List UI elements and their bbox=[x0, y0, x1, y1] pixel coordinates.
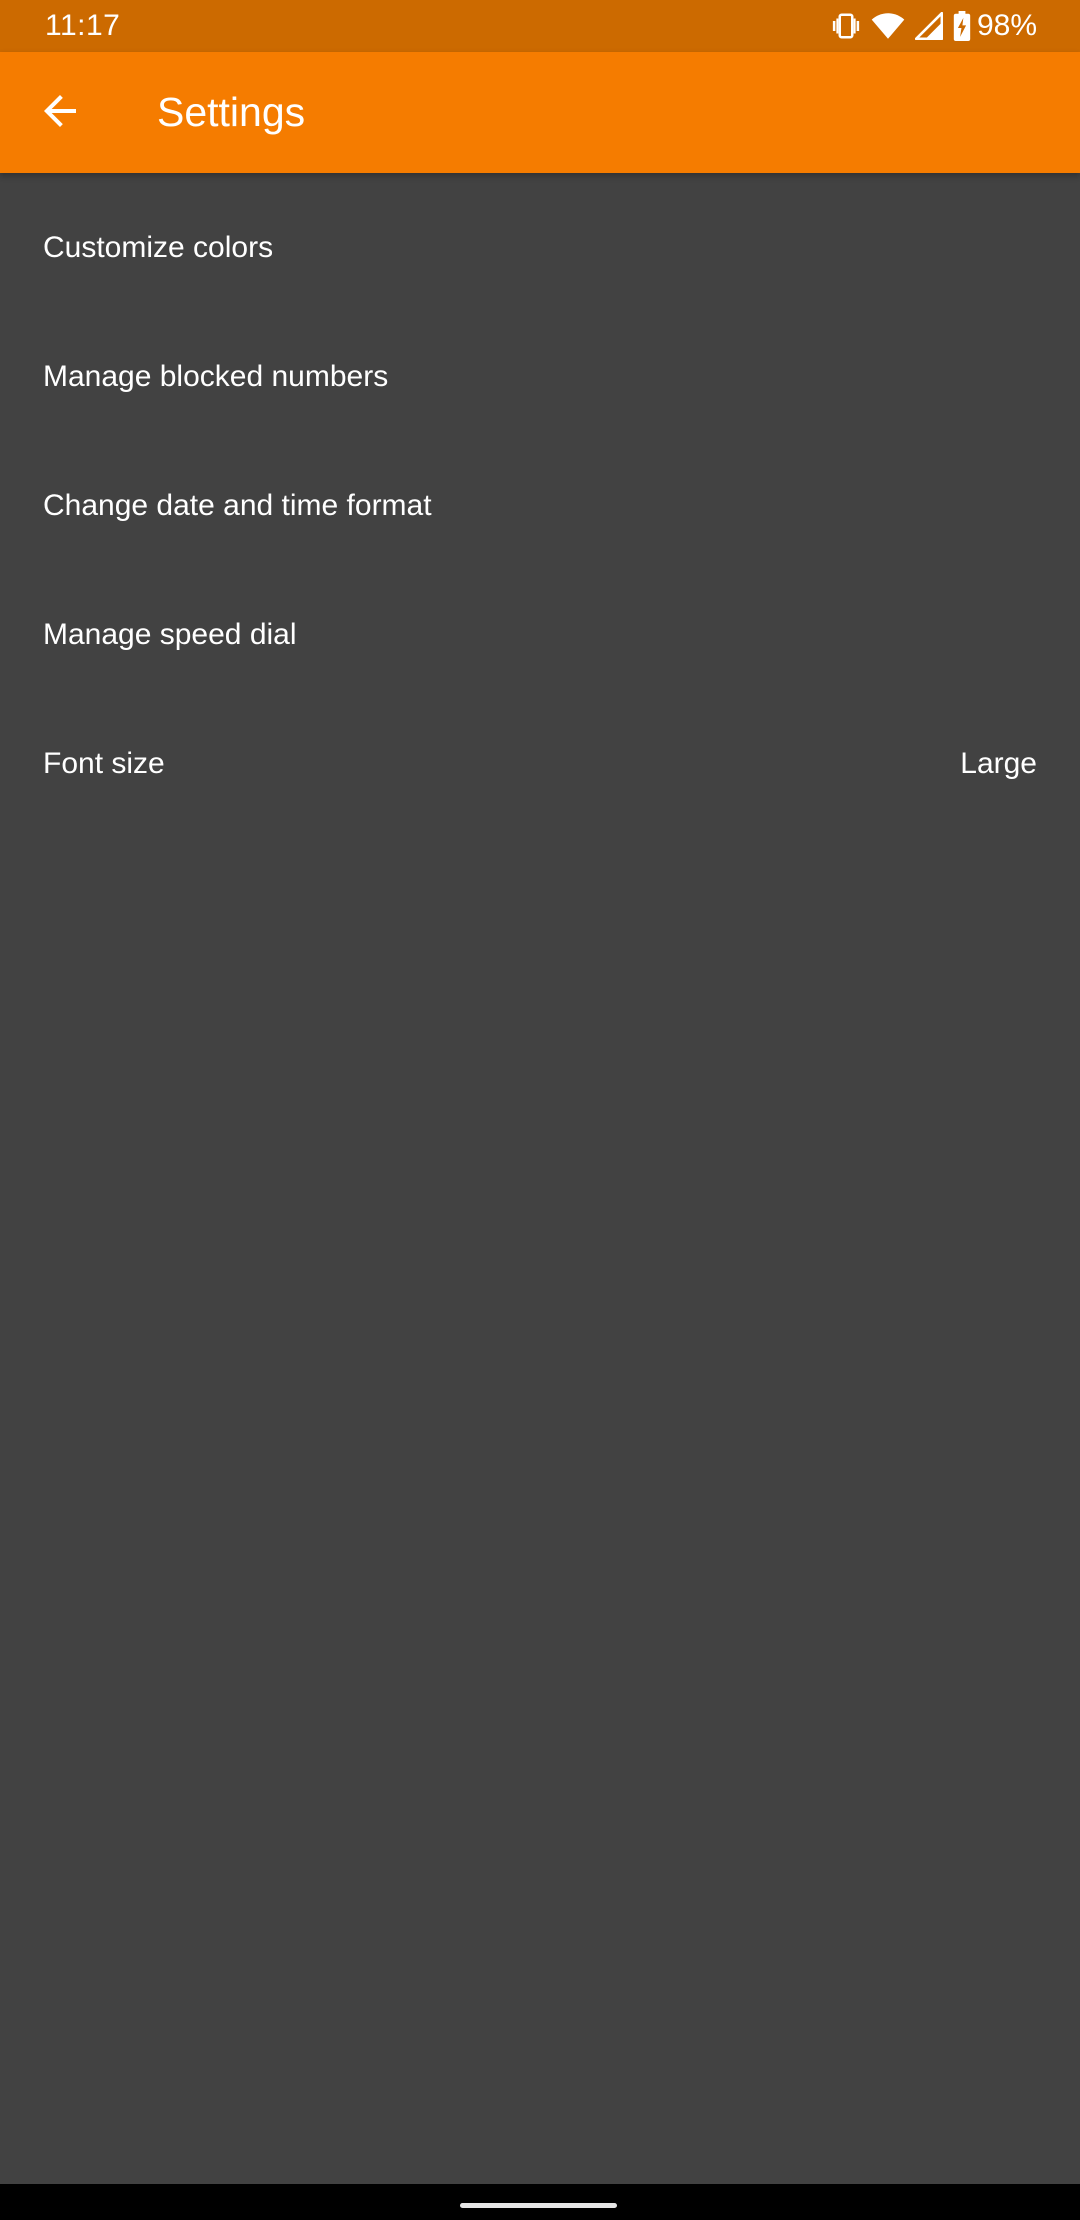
settings-screen: 11:17 98% Settings Customize colors Mana… bbox=[0, 0, 1080, 2220]
navigation-bar bbox=[0, 2184, 1080, 2220]
settings-item-label: Manage speed dial bbox=[43, 617, 297, 651]
settings-item-label: Manage blocked numbers bbox=[43, 359, 389, 393]
home-gesture-handle[interactable] bbox=[460, 2203, 617, 2208]
customize-colors-item[interactable]: Customize colors bbox=[0, 183, 1080, 312]
settings-item-label: Customize colors bbox=[43, 230, 274, 264]
status-icons: 98% bbox=[831, 8, 1037, 44]
settings-list: Customize colors Manage blocked numbers … bbox=[0, 183, 1080, 828]
cell-signal-icon bbox=[914, 12, 943, 40]
settings-item-label: Font size bbox=[43, 746, 165, 780]
vibrate-icon bbox=[831, 11, 861, 41]
status-time: 11:17 bbox=[45, 9, 121, 42]
change-date-time-format-item[interactable]: Change date and time format bbox=[0, 441, 1080, 570]
settings-item-label: Change date and time format bbox=[43, 488, 432, 522]
battery-charging-icon bbox=[953, 11, 971, 41]
manage-speed-dial-item[interactable]: Manage speed dial bbox=[0, 570, 1080, 699]
wifi-icon bbox=[871, 11, 905, 41]
back-button[interactable] bbox=[24, 80, 96, 146]
arrow-back-icon bbox=[36, 87, 84, 140]
battery-percentage: 98% bbox=[976, 9, 1037, 42]
manage-blocked-numbers-item[interactable]: Manage blocked numbers bbox=[0, 312, 1080, 441]
font-size-item[interactable]: Font size Large bbox=[0, 699, 1080, 828]
status-bar: 11:17 98% bbox=[0, 0, 1080, 52]
app-bar: Settings bbox=[0, 52, 1080, 173]
page-title: Settings bbox=[157, 89, 306, 135]
font-size-value: Large bbox=[960, 746, 1037, 780]
